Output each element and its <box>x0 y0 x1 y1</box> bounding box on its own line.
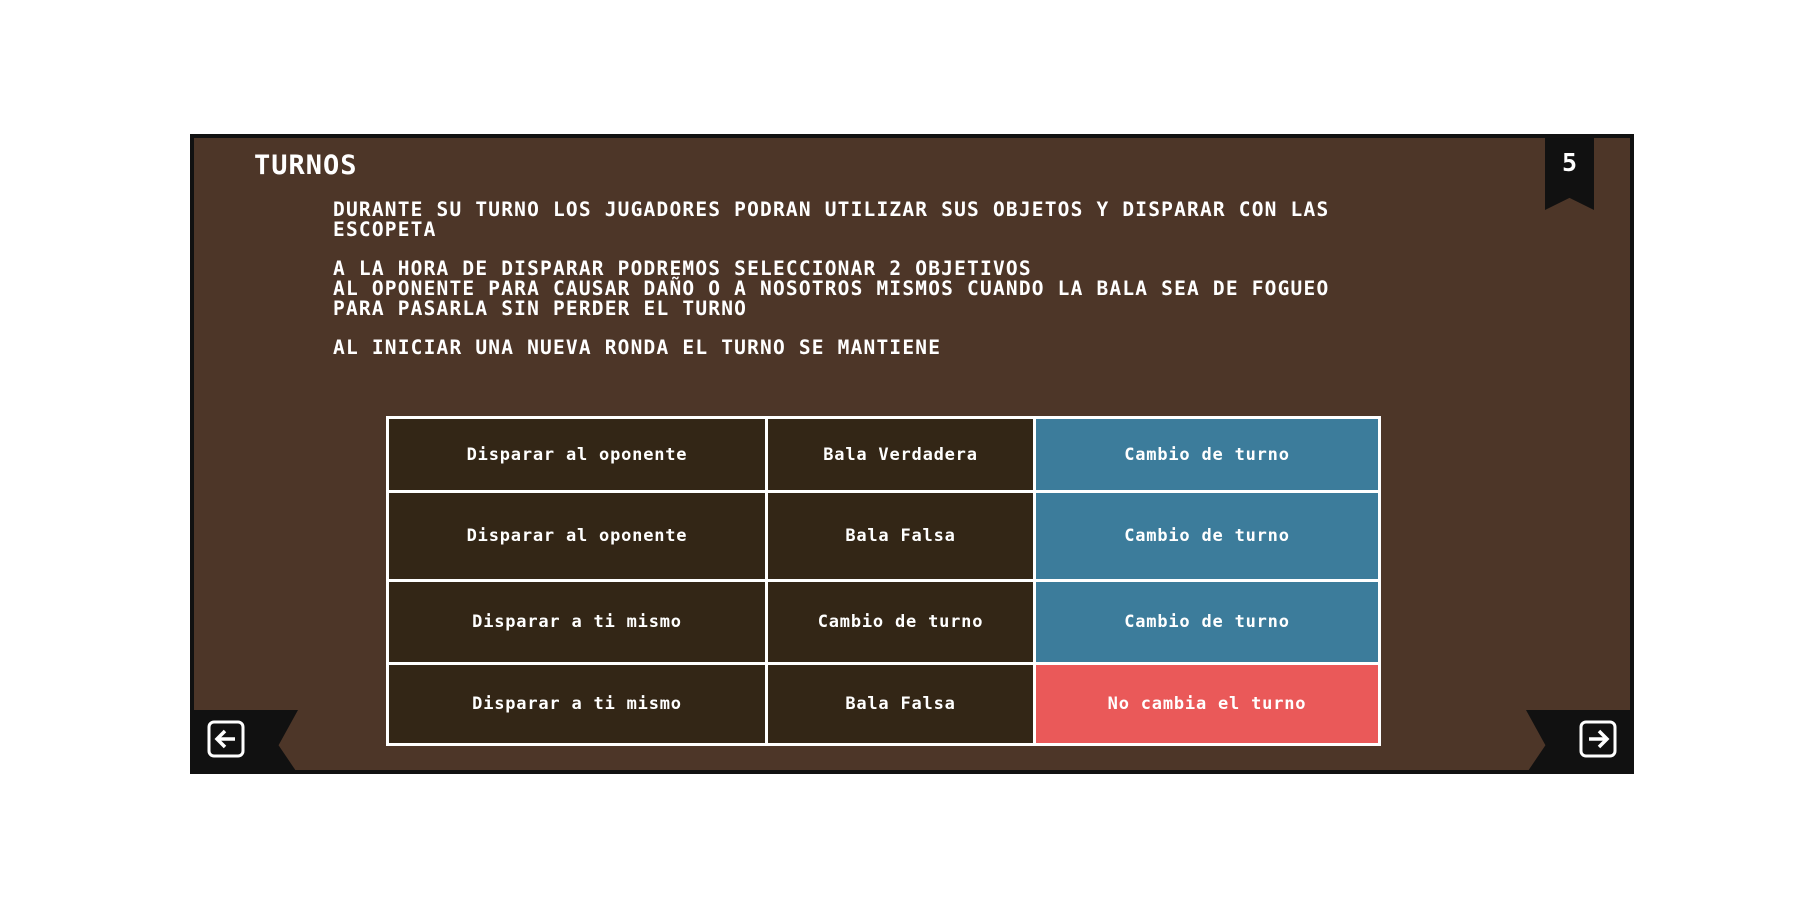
nav-left-ribbon <box>194 710 298 770</box>
text-line: AL OPONENTE PARA CAUSAR DAÑO O A NOSOTRO… <box>333 277 1330 300</box>
text-line: DURANTE SU TURNO LOS JUGADORES PODRAN UT… <box>333 198 1330 221</box>
table-cell-action: Disparar a ti mismo <box>386 662 768 746</box>
table-row: Disparar a ti mismo Cambio de turno Camb… <box>386 579 1381 665</box>
table-cell-result: Cambio de turno <box>1033 490 1381 582</box>
arrow-left-icon <box>207 720 245 758</box>
table-cell-action: Disparar al oponente <box>386 416 768 493</box>
turn-rules-table: Disparar al oponente Bala Verdadera Camb… <box>386 416 1381 746</box>
nav-right-ribbon <box>1526 710 1630 770</box>
next-page-button[interactable] <box>1579 720 1617 758</box>
paragraph-turn-actions: DURANTE SU TURNO LOS JUGADORES PODRAN UT… <box>333 200 1483 240</box>
rules-panel: TURNOS 5 DURANTE SU TURNO LOS JUGADORES … <box>190 134 1634 774</box>
table-cell-bullet: Bala Falsa <box>765 662 1036 746</box>
arrow-right-icon <box>1579 720 1617 758</box>
table-cell-result: No cambia el turno <box>1033 662 1381 746</box>
paragraph-new-round: AL INICIAR UNA NUEVA RONDA EL TURNO SE M… <box>333 338 1483 358</box>
text-line: AL INICIAR UNA NUEVA RONDA EL TURNO SE M… <box>333 336 942 359</box>
table-row: Disparar al oponente Bala Falsa Cambio d… <box>386 490 1381 582</box>
previous-page-button[interactable] <box>207 720 245 758</box>
text-line: A LA HORA DE DISPARAR PODREMOS SELECCION… <box>333 257 1032 280</box>
table-cell-result: Cambio de turno <box>1033 416 1381 493</box>
table-cell-bullet: Bala Verdadera <box>765 416 1036 493</box>
table-cell-bullet: Bala Falsa <box>765 490 1036 582</box>
page-number: 5 <box>1561 148 1578 177</box>
table-row: Disparar al oponente Bala Verdadera Camb… <box>386 416 1381 493</box>
table-cell-result: Cambio de turno <box>1033 579 1381 665</box>
table-cell-action: Disparar a ti mismo <box>386 579 768 665</box>
paragraph-targets: A LA HORA DE DISPARAR PODREMOS SELECCION… <box>333 259 1483 319</box>
table-cell-bullet: Cambio de turno <box>765 579 1036 665</box>
table-row: Disparar a ti mismo Bala Falsa No cambia… <box>386 662 1381 746</box>
rules-text: DURANTE SU TURNO LOS JUGADORES PODRAN UT… <box>333 200 1483 377</box>
text-line: ESCOPETA <box>333 218 437 241</box>
table-cell-action: Disparar al oponente <box>386 490 768 582</box>
text-line: PARA PASARLA SIN PERDER EL TURNO <box>333 297 748 320</box>
page-title: TURNOS <box>254 150 358 181</box>
